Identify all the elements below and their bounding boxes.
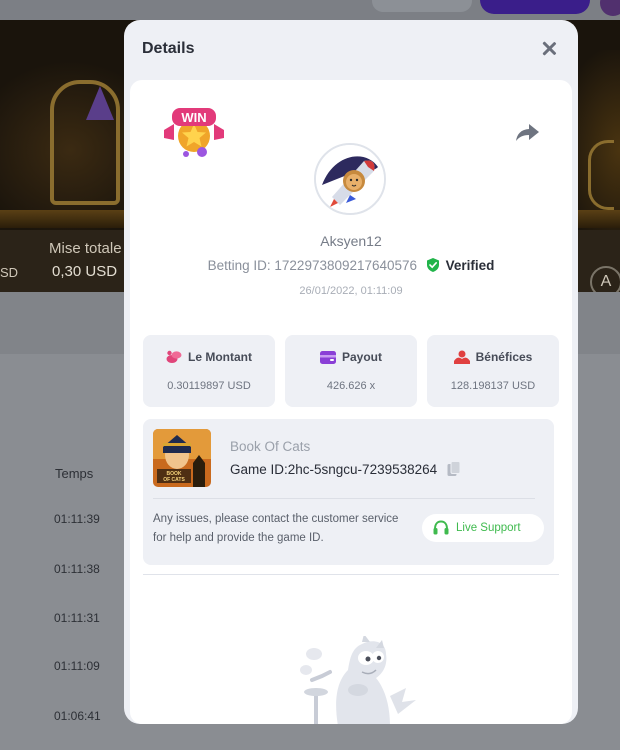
book-of-cats-thumbnail-icon: BOOK OF CATS xyxy=(153,429,211,487)
headset-icon xyxy=(433,520,449,535)
divider xyxy=(153,498,535,499)
betting-id-label: Betting ID: xyxy=(207,258,271,273)
game-id-value: 2hc-5sngcu-7239538264 xyxy=(287,462,438,477)
stat-label: Le Montant xyxy=(188,350,252,364)
close-icon[interactable] xyxy=(538,38,560,60)
profit-icon xyxy=(453,350,470,364)
history-column-header: Temps xyxy=(55,466,94,481)
betting-id-value: 1722973809217640576 xyxy=(274,258,418,273)
top-bar xyxy=(0,0,620,20)
modal-title: Details xyxy=(142,40,195,57)
game-card: BOOK OF CATS Book Of Cats Game ID:2hc-5s… xyxy=(143,419,554,565)
history-time: 01:11:31 xyxy=(54,611,100,625)
history-time: 01:11:38 xyxy=(54,562,100,576)
history-time: 01:11:09 xyxy=(54,659,100,673)
avatar xyxy=(314,143,386,215)
currency-label: SD xyxy=(0,265,19,280)
wallet-icon xyxy=(319,351,336,364)
win-badge-icon: WIN xyxy=(164,108,224,157)
stat-value: 426.626 x xyxy=(326,380,376,392)
stat-card-amount: Le Montant 0.30119897 USD xyxy=(143,335,275,407)
win-badge-text: WIN xyxy=(181,110,206,125)
doge-rocket-avatar-icon xyxy=(316,145,384,213)
top-bar-button xyxy=(480,0,590,14)
stat-value: 0.30119897 USD xyxy=(167,380,251,392)
coins-icon xyxy=(166,350,182,363)
total-bet-value: 0,30 USD xyxy=(52,263,118,280)
stat-card-payout: Payout 426.626 x xyxy=(285,335,417,407)
bet-timestamp: 26/01/2022, 01:11:09 xyxy=(299,285,403,297)
stat-label: Payout xyxy=(341,350,382,364)
details-panel: WIN Aksyen12 Betting ID: 172297380921764… xyxy=(130,80,572,724)
total-bet-label: Mise totale xyxy=(49,240,122,257)
divider xyxy=(143,574,559,575)
live-support-button[interactable]: Live Support xyxy=(422,514,544,542)
username: Aksyen12 xyxy=(320,233,382,249)
support-notice: Any issues, please contact the customer … xyxy=(153,513,399,544)
history-time: 01:06:41 xyxy=(54,709,101,723)
stat-value: 128.198137 USD xyxy=(450,380,536,392)
verified-label: Verified xyxy=(445,258,495,273)
decoration xyxy=(588,140,614,210)
stat-card-profit: Bénéfices 128.198137 USD xyxy=(427,335,559,407)
stat-label: Bénéfices xyxy=(475,350,533,364)
game-thumbnail: BOOK OF CATS xyxy=(153,429,211,487)
game-name: Book Of Cats xyxy=(230,439,311,454)
betting-id-line: Betting ID: 1722973809217640576 Verified xyxy=(130,258,572,273)
details-modal: Details WIN Aksyen12 Betting ID: 1722973… xyxy=(124,20,578,724)
game-id-label: Game ID: xyxy=(230,462,288,477)
share-icon[interactable] xyxy=(514,122,540,142)
top-bar-search xyxy=(372,0,472,12)
history-time: 01:11:39 xyxy=(54,512,100,526)
top-bar-avatar xyxy=(600,0,620,16)
live-support-label: Live Support xyxy=(456,522,521,534)
mascot-illustration-icon xyxy=(300,636,416,724)
autoplay-button: A xyxy=(590,266,620,292)
verified-shield-icon xyxy=(426,258,439,272)
game-id-line: Game ID:2hc-5sngcu-7239538264 xyxy=(230,461,461,477)
svg-text:OF CATS: OF CATS xyxy=(163,477,185,483)
copy-icon[interactable] xyxy=(447,461,461,477)
